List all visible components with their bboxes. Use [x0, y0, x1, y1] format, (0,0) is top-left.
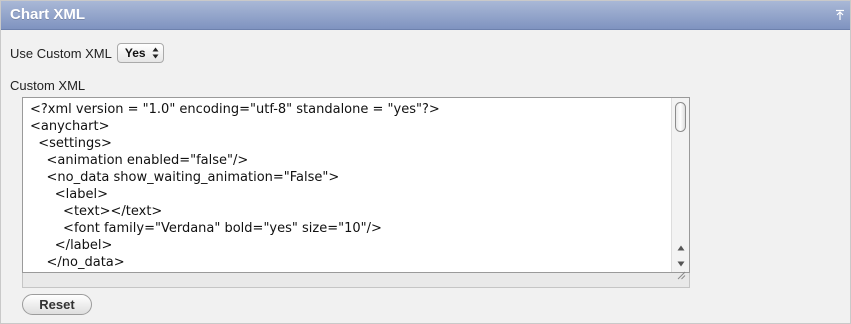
custom-xml-label: Custom XML	[10, 78, 86, 93]
xml-line: <label>	[30, 187, 109, 202]
resize-grip-icon[interactable]	[677, 267, 686, 285]
panel-header: Chart XML	[1, 1, 850, 30]
xml-line: <no_data show_waiting_animation="False">	[30, 170, 340, 185]
custom-xml-textarea[interactable]: <?xml version = "1.0" encoding="utf-8" s…	[22, 97, 690, 273]
xml-line: <text></text>	[30, 204, 163, 219]
use-custom-xml-select[interactable]: Yes	[116, 43, 164, 63]
select-value: Yes	[124, 46, 146, 60]
collapse-up-icon[interactable]	[830, 1, 850, 29]
xml-line: <settings>	[30, 136, 112, 151]
xml-line: <font family="Verdana" bold="yes" size="…	[30, 221, 382, 236]
xml-line: <anychart>	[30, 119, 110, 134]
select-updown-icon	[152, 47, 159, 59]
vertical-scrollbar[interactable]	[671, 98, 689, 272]
scroll-up-arrow-icon[interactable]	[672, 240, 689, 255]
scroll-thumb[interactable]	[675, 102, 686, 132]
xml-line: </label>	[30, 238, 113, 253]
use-custom-xml-row: Use Custom XML Yes	[10, 43, 164, 63]
panel-title: Chart XML	[10, 6, 85, 23]
use-custom-xml-label: Use Custom XML	[10, 45, 112, 61]
xml-line: </no_data>	[30, 255, 125, 270]
chart-xml-panel: Chart XML Use Custom XML Yes Custom XML …	[0, 0, 851, 324]
textarea-resize-bar	[22, 271, 690, 288]
xml-line: <?xml version = "1.0" encoding="utf-8" s…	[30, 102, 440, 117]
xml-line: <animation enabled="false"/>	[30, 153, 249, 168]
xml-content: <?xml version = "1.0" encoding="utf-8" s…	[30, 101, 440, 271]
reset-button[interactable]: Reset	[22, 294, 92, 315]
